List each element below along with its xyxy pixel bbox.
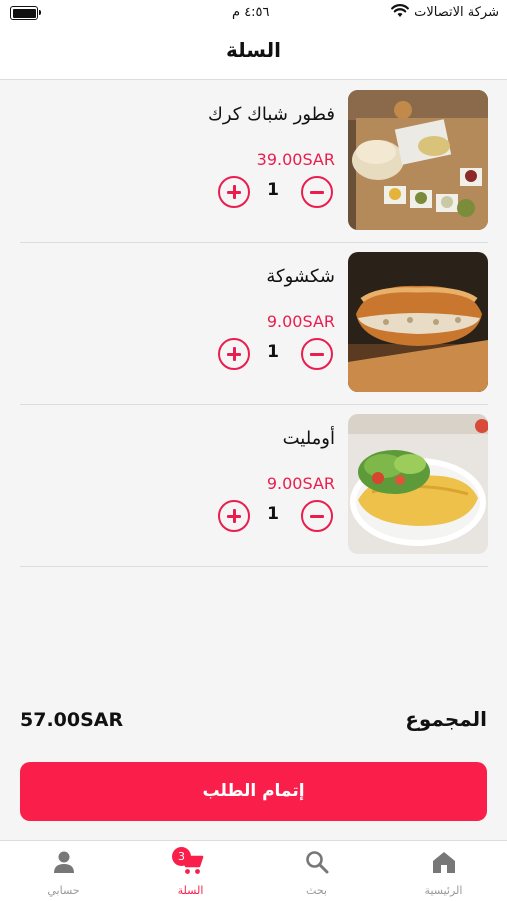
status-bar: ٤:٥٦ م شركة الاتصالات xyxy=(0,0,507,28)
tab-label: حسابي xyxy=(47,884,80,897)
page-title: السلة xyxy=(225,38,281,62)
decrease-quantity-button[interactable] xyxy=(301,338,333,370)
header: السلة xyxy=(0,28,507,80)
tab-search[interactable]: بحث xyxy=(253,841,380,901)
item-image xyxy=(348,414,488,554)
item-quantity: 1 xyxy=(267,180,279,200)
item-name: فطور شباك كرك xyxy=(208,104,335,125)
decrease-quantity-button[interactable] xyxy=(301,500,333,532)
battery-icon xyxy=(10,6,41,20)
total-value: 57.00SAR xyxy=(20,709,124,731)
decrease-quantity-button[interactable] xyxy=(301,176,333,208)
status-time: ٤:٥٦ م xyxy=(232,5,270,20)
cart-count-badge: 3 xyxy=(172,847,191,866)
increase-quantity-button[interactable] xyxy=(218,500,250,532)
total-label: المجموع xyxy=(405,707,487,731)
tab-account[interactable]: حسابي xyxy=(0,841,127,901)
cart-item: فطور شباك كرك 39.00SAR 1 xyxy=(20,80,488,243)
tab-label: الرئيسية xyxy=(424,884,463,897)
carrier-name: شركة الاتصالات xyxy=(414,5,499,20)
home-icon xyxy=(432,852,455,873)
tab-cart[interactable]: 3 السلة xyxy=(127,841,254,901)
item-name: شكشوكة xyxy=(266,266,335,287)
increase-quantity-button[interactable] xyxy=(218,338,250,370)
item-price: 39.00SAR xyxy=(256,150,335,169)
item-image xyxy=(348,252,488,392)
item-quantity: 1 xyxy=(267,504,279,524)
checkout-button[interactable]: إتمام الطلب xyxy=(20,762,487,821)
search-icon xyxy=(305,851,328,874)
tab-label: السلة xyxy=(177,884,204,897)
item-price: 9.00SAR xyxy=(266,312,335,331)
tab-bar: حسابي 3 السلة بحث الرئيسية xyxy=(0,840,507,901)
item-quantity: 1 xyxy=(267,342,279,362)
person-icon xyxy=(53,851,74,873)
item-price: 9.00SAR xyxy=(266,474,335,493)
increase-quantity-button[interactable] xyxy=(218,176,250,208)
cart-item: أومليت 9.00SAR 1 xyxy=(20,404,488,567)
item-name: أومليت xyxy=(282,428,335,449)
wifi-icon xyxy=(391,4,409,17)
cart-item: شكشوكة 9.00SAR 1 xyxy=(20,242,488,405)
tab-home[interactable]: الرئيسية xyxy=(380,841,507,901)
tab-label: بحث xyxy=(306,884,327,897)
item-image xyxy=(348,90,488,230)
